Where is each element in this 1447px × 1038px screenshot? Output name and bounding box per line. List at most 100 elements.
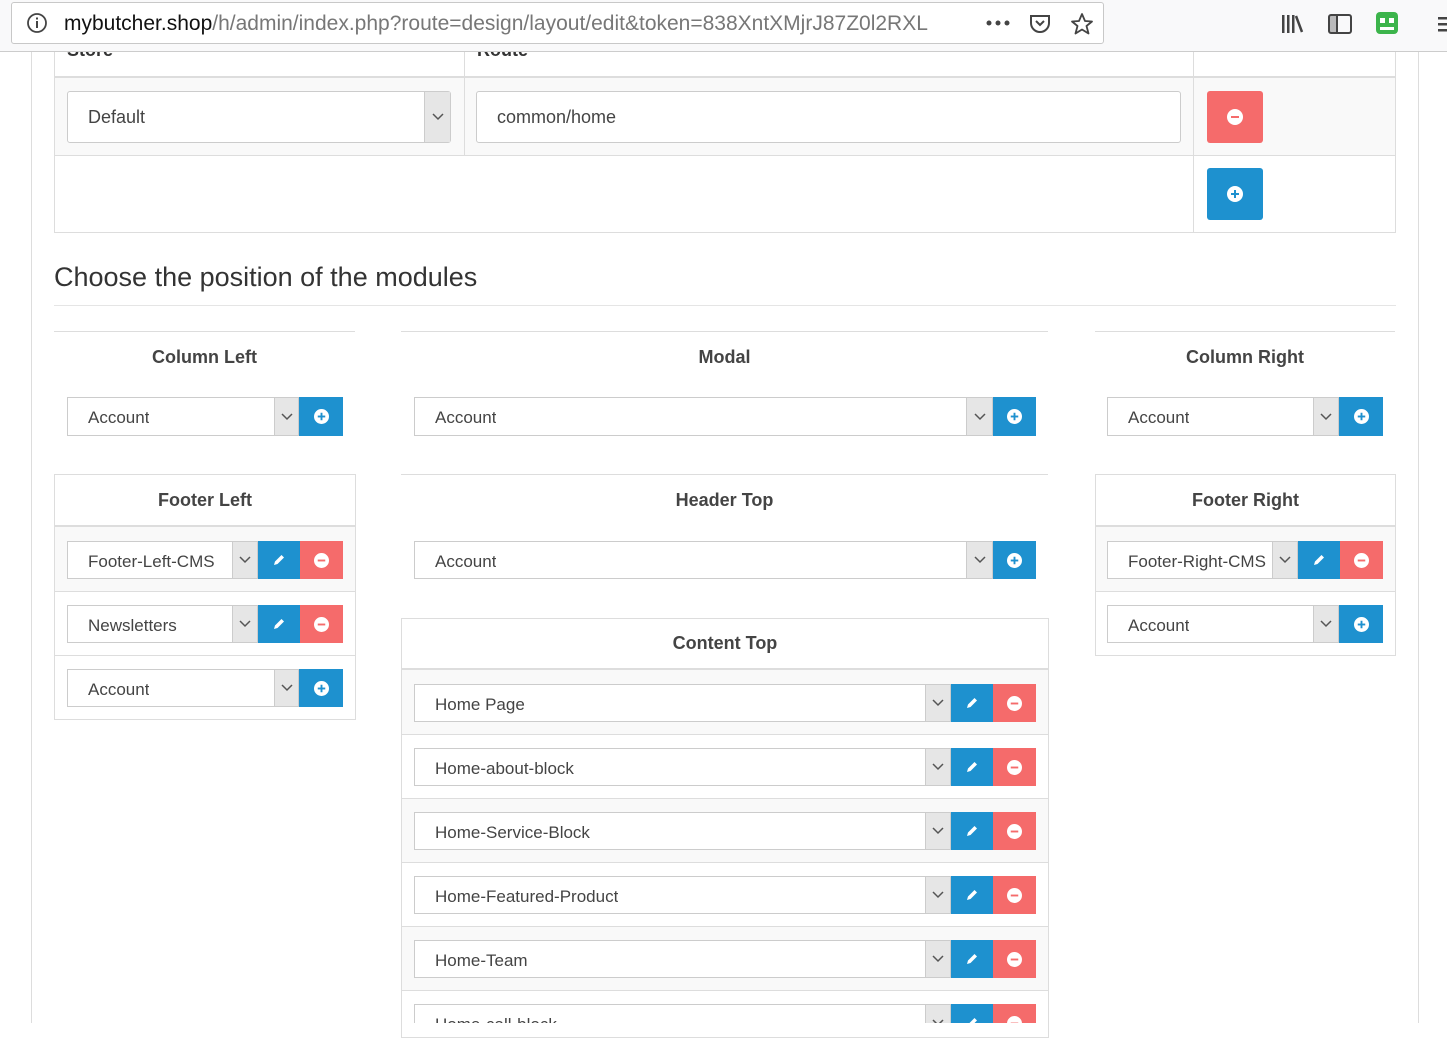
select-value: Footer-Right-CMS <box>1128 552 1268 572</box>
add-route-button[interactable] <box>1207 168 1263 220</box>
chevron-down-icon[interactable] <box>925 749 950 785</box>
remove-module-button[interactable] <box>993 876 1036 914</box>
chevron-down-icon[interactable] <box>232 542 257 578</box>
section-divider <box>54 305 1396 306</box>
pencil-icon <box>965 952 979 966</box>
column-right-add-button[interactable] <box>1339 397 1383 436</box>
modal-add-select[interactable]: Account <box>414 397 993 436</box>
remove-module-button[interactable] <box>993 940 1036 978</box>
modal-add-button[interactable] <box>993 397 1036 436</box>
content-top-module-select[interactable]: Home-Featured-Product <box>414 876 951 914</box>
menu-icon[interactable] <box>1432 11 1447 37</box>
url-path: /h/admin/index.php?route=design/layout/e… <box>212 12 928 35</box>
page-left-border <box>31 52 32 1023</box>
chevron-down-icon[interactable] <box>966 398 992 435</box>
column-right-title: Column Right <box>1095 347 1395 368</box>
remove-module-button[interactable] <box>1340 541 1383 579</box>
divider <box>402 862 1048 863</box>
select-value: Account <box>435 408 496 428</box>
minus-circle-icon <box>1007 952 1022 967</box>
chevron-down-icon[interactable] <box>925 877 950 913</box>
column-left-add-select[interactable]: Account <box>67 397 299 436</box>
select-value: Home-Team <box>435 951 528 971</box>
remove-module-button[interactable] <box>300 541 343 579</box>
info-icon[interactable] <box>26 12 48 34</box>
remove-module-button[interactable] <box>993 812 1036 850</box>
remove-route-button[interactable] <box>1207 91 1263 143</box>
pencil-icon <box>272 617 286 631</box>
layout-route-table: Store Route Default common/home <box>54 52 1396 233</box>
chevron-down-icon[interactable] <box>1313 398 1338 435</box>
bookmark-star-icon[interactable] <box>1069 11 1095 37</box>
chevron-down-icon[interactable] <box>274 670 298 706</box>
url-text[interactable]: mybutcher.shop/h/admin/index.php?route=d… <box>64 12 944 36</box>
edit-module-button[interactable] <box>951 684 993 722</box>
footer-right-module-select[interactable]: Footer-Right-CMS <box>1107 541 1298 579</box>
minus-circle-icon <box>1227 109 1243 125</box>
url-bar[interactable]: mybutcher.shop/h/admin/index.php?route=d… <box>11 2 1104 44</box>
pencil-icon <box>965 1016 979 1023</box>
footer-right-add-button[interactable] <box>1339 605 1383 643</box>
plus-circle-icon <box>1007 553 1022 568</box>
column-right-add-select[interactable]: Account <box>1107 397 1339 436</box>
modal-topline <box>401 331 1048 332</box>
pencil-icon <box>965 824 979 838</box>
extension-icon[interactable] <box>1373 9 1401 37</box>
minus-circle-icon <box>314 553 329 568</box>
chevron-down-icon[interactable] <box>1313 606 1338 642</box>
remove-module-button[interactable] <box>993 684 1036 722</box>
edit-module-button[interactable] <box>951 940 993 978</box>
minus-circle-icon <box>1354 553 1369 568</box>
minus-circle-icon <box>1007 760 1022 775</box>
select-value: Home-call-block <box>435 1015 557 1023</box>
library-icon[interactable] <box>1278 11 1306 37</box>
content-top-module-select[interactable]: Home-call-block <box>414 1004 951 1023</box>
chevron-down-icon[interactable] <box>966 542 992 578</box>
chevron-down-icon[interactable] <box>925 685 950 721</box>
plus-circle-icon <box>314 409 329 424</box>
edit-module-button[interactable] <box>951 1004 993 1023</box>
column-left-add-button[interactable] <box>299 397 343 436</box>
footer-left-add-button[interactable] <box>299 669 343 707</box>
select-value: Newsletters <box>88 616 238 636</box>
edit-module-button[interactable] <box>1298 541 1340 579</box>
plus-circle-icon <box>314 681 329 696</box>
section-title: Choose the position of the modules <box>54 262 477 293</box>
remove-module-button[interactable] <box>993 748 1036 786</box>
edit-module-button[interactable] <box>951 876 993 914</box>
footer-left-add-select[interactable]: Account <box>67 669 299 707</box>
content-top-module-select[interactable]: Home-Service-Block <box>414 812 951 850</box>
chevron-down-icon[interactable] <box>232 606 257 642</box>
content-top-module-select[interactable]: Home Page <box>414 684 951 722</box>
header-top-add-select[interactable]: Account <box>414 541 993 579</box>
footer-right-add-select[interactable]: Account <box>1107 605 1339 643</box>
header-top-add-button[interactable] <box>993 541 1036 579</box>
column-left-title: Column Left <box>54 347 355 368</box>
footer-left-module-select[interactable]: Footer-Left-CMS <box>67 541 258 579</box>
footer-left-module-select[interactable]: Newsletters <box>67 605 258 643</box>
sidebar-icon[interactable] <box>1326 11 1354 37</box>
edit-module-button[interactable] <box>258 605 300 643</box>
remove-module-button[interactable] <box>993 1004 1036 1023</box>
content-top-title: Content Top <box>401 633 1049 654</box>
chevron-down-icon[interactable] <box>925 1005 950 1023</box>
content-top-module-select[interactable]: Home-Team <box>414 940 951 978</box>
edit-module-button[interactable] <box>951 748 993 786</box>
content-top-module-select[interactable]: Home-about-block <box>414 748 951 786</box>
more-actions-icon[interactable] <box>984 12 1012 34</box>
store-select-value: Default <box>88 107 145 128</box>
chevron-down-icon[interactable] <box>1272 542 1297 578</box>
minus-circle-icon <box>1007 888 1022 903</box>
col-divider <box>1193 52 1194 233</box>
chevron-down-icon[interactable] <box>274 398 298 435</box>
store-select[interactable]: Default <box>67 91 451 143</box>
chevron-down-icon[interactable] <box>925 813 950 849</box>
column-left-topline <box>54 331 355 332</box>
edit-module-button[interactable] <box>951 812 993 850</box>
pocket-icon[interactable] <box>1027 11 1053 37</box>
chevron-down-icon[interactable] <box>925 941 950 977</box>
route-input[interactable]: common/home <box>476 91 1181 143</box>
edit-module-button[interactable] <box>258 541 300 579</box>
chevron-down-icon[interactable] <box>424 92 450 142</box>
remove-module-button[interactable] <box>300 605 343 643</box>
